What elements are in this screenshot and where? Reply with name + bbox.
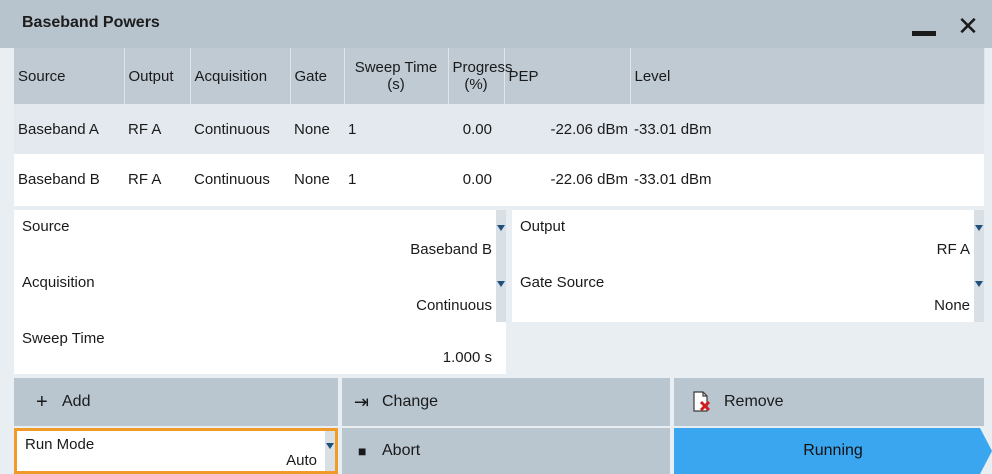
run-mode-value: Auto (286, 452, 317, 469)
cell-gate: None (294, 170, 330, 188)
cell-progress: 0.00 (462, 120, 492, 138)
change-button[interactable]: ⇥ Change (342, 378, 670, 426)
cell-pep: -22.06 dBm (550, 120, 628, 138)
table-row[interactable]: Baseband A RF A Continuous None 1 0.00 -… (14, 104, 984, 154)
col-header-sweep-time-line1: Sweep Time (354, 59, 438, 76)
plus-icon: + (36, 391, 48, 413)
running-status-button[interactable]: Running (674, 428, 992, 474)
cell-level: -33.01 dBm (634, 170, 712, 188)
abort-button[interactable]: ■ Abort (342, 428, 670, 474)
abort-button-label: Abort (382, 442, 421, 459)
dialog-title: Baseband Powers (22, 14, 160, 31)
sweep-time-field[interactable]: Sweep Time 1.000 s (14, 322, 506, 374)
cell-output: RF A (128, 120, 162, 138)
change-button-label: Change (382, 393, 439, 410)
baseband-powers-dialog: Baseband Powers ✕ Source Output Acquisit… (0, 0, 992, 474)
run-mode-label: Run Mode (25, 436, 95, 453)
gate-source-label: Gate Source (520, 274, 605, 291)
cell-level: -33.01 dBm (634, 120, 712, 138)
cell-gate: None (294, 120, 330, 138)
cell-acquisition: Continuous (194, 170, 270, 188)
col-header-progress[interactable]: Progress (%) (448, 48, 513, 104)
cell-sweep-time: 1 (348, 120, 357, 138)
add-button-label: Add (62, 393, 91, 410)
cell-pep: -22.06 dBm (550, 170, 628, 188)
sweep-time-value: 1.000 s (442, 349, 492, 366)
close-icon[interactable]: ✕ (954, 12, 982, 40)
output-select[interactable]: Output RF A (512, 210, 984, 266)
stop-icon: ■ (358, 443, 367, 459)
col-header-level[interactable]: Level (630, 48, 985, 104)
col-header-pep[interactable]: PEP (504, 48, 631, 104)
col-header-sweep-time-line2: (s) (387, 76, 405, 93)
gate-source-select[interactable]: Gate Source None (512, 266, 984, 322)
acquisition-select[interactable]: Acquisition Continuous (14, 266, 506, 322)
output-label: Output (520, 218, 566, 235)
col-header-gate[interactable]: Gate (290, 48, 345, 104)
gate-source-value: None (934, 297, 970, 314)
chevron-down-icon[interactable] (496, 210, 506, 266)
table-row[interactable]: Baseband B RF A Continuous None 1 0.00 -… (14, 154, 984, 204)
run-mode-select[interactable]: Run Mode Auto (14, 428, 338, 474)
running-status-label: Running (803, 442, 863, 459)
cell-output: RF A (128, 170, 162, 188)
table-header-row: Source Output Acquisition Gate Sweep Tim… (14, 48, 985, 104)
title-bar: Baseband Powers ✕ (0, 0, 992, 48)
source-label: Source (22, 218, 70, 235)
empty-panel (512, 322, 984, 374)
cell-sweep-time: 1 (348, 170, 357, 188)
col-header-output[interactable]: Output (124, 48, 191, 104)
col-header-sweep-time[interactable]: Sweep Time (s) (344, 48, 449, 104)
cell-source: Baseband B (18, 170, 100, 188)
chevron-down-icon[interactable] (974, 210, 984, 266)
source-value: Baseband B (410, 241, 492, 258)
chevron-down-icon[interactable] (496, 266, 506, 322)
acquisition-value: Continuous (416, 297, 492, 314)
baseband-table: Source Output Acquisition Gate Sweep Tim… (14, 48, 985, 206)
cell-source: Baseband A (18, 120, 99, 138)
col-header-source[interactable]: Source (14, 48, 125, 104)
remove-document-icon (692, 391, 712, 418)
source-select[interactable]: Source Baseband B (14, 210, 506, 266)
acquisition-label: Acquisition (22, 274, 95, 291)
cell-acquisition: Continuous (194, 120, 270, 138)
output-value: RF A (936, 241, 970, 258)
chevron-down-icon[interactable] (325, 431, 335, 471)
col-header-progress-line1: Progress (452, 59, 513, 76)
col-header-progress-line2: (%) (464, 76, 488, 93)
remove-button-label: Remove (724, 393, 784, 410)
chevron-down-icon[interactable] (974, 266, 984, 322)
add-button[interactable]: + Add (14, 378, 338, 426)
minimize-icon[interactable] (912, 22, 936, 36)
cell-progress: 0.00 (462, 170, 492, 188)
remove-button[interactable]: Remove (674, 378, 984, 426)
col-header-acquisition[interactable]: Acquisition (190, 48, 291, 104)
sweep-time-label: Sweep Time (22, 330, 105, 347)
arrow-to-bar-icon: ⇥ (354, 392, 370, 412)
